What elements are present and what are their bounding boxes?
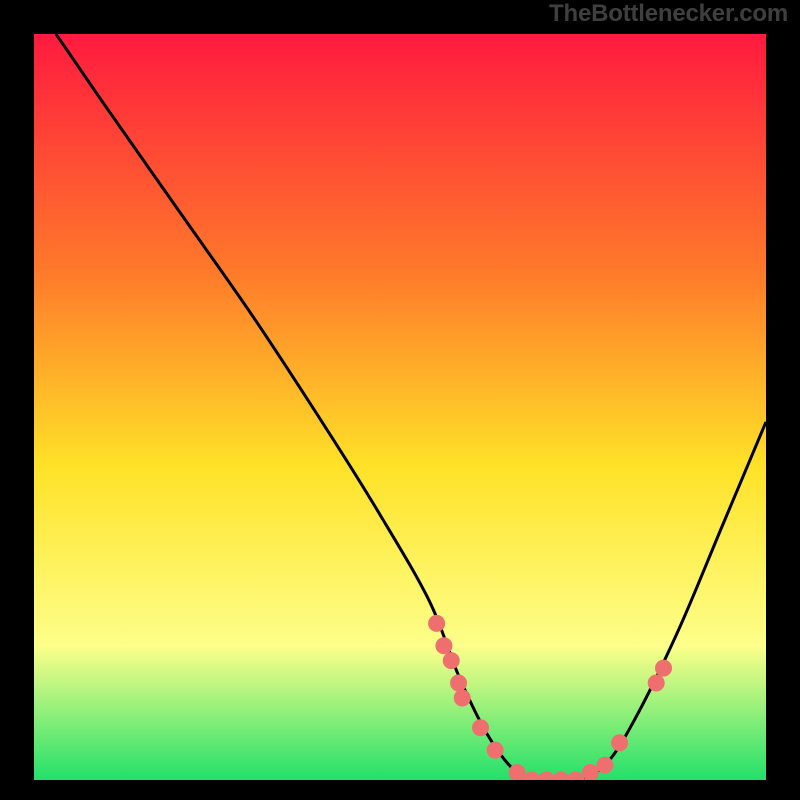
highlight-dot [429, 615, 445, 631]
highlight-dot [454, 690, 470, 706]
highlight-dot [436, 638, 452, 654]
highlight-dot [451, 675, 467, 691]
highlight-dot [473, 720, 489, 736]
highlight-dot [443, 653, 459, 669]
highlight-dot [582, 765, 598, 780]
highlight-dot [648, 675, 664, 691]
highlight-dot [656, 660, 672, 676]
chart-svg [34, 34, 766, 780]
highlight-dot [597, 757, 613, 773]
highlight-dot [487, 742, 503, 758]
watermark-text: TheBottlenecker.com [549, 0, 788, 28]
highlight-dot [612, 735, 628, 751]
plot-area [34, 34, 766, 780]
highlight-dot [509, 765, 525, 780]
chart-frame: TheBottlenecker.com [0, 0, 800, 800]
